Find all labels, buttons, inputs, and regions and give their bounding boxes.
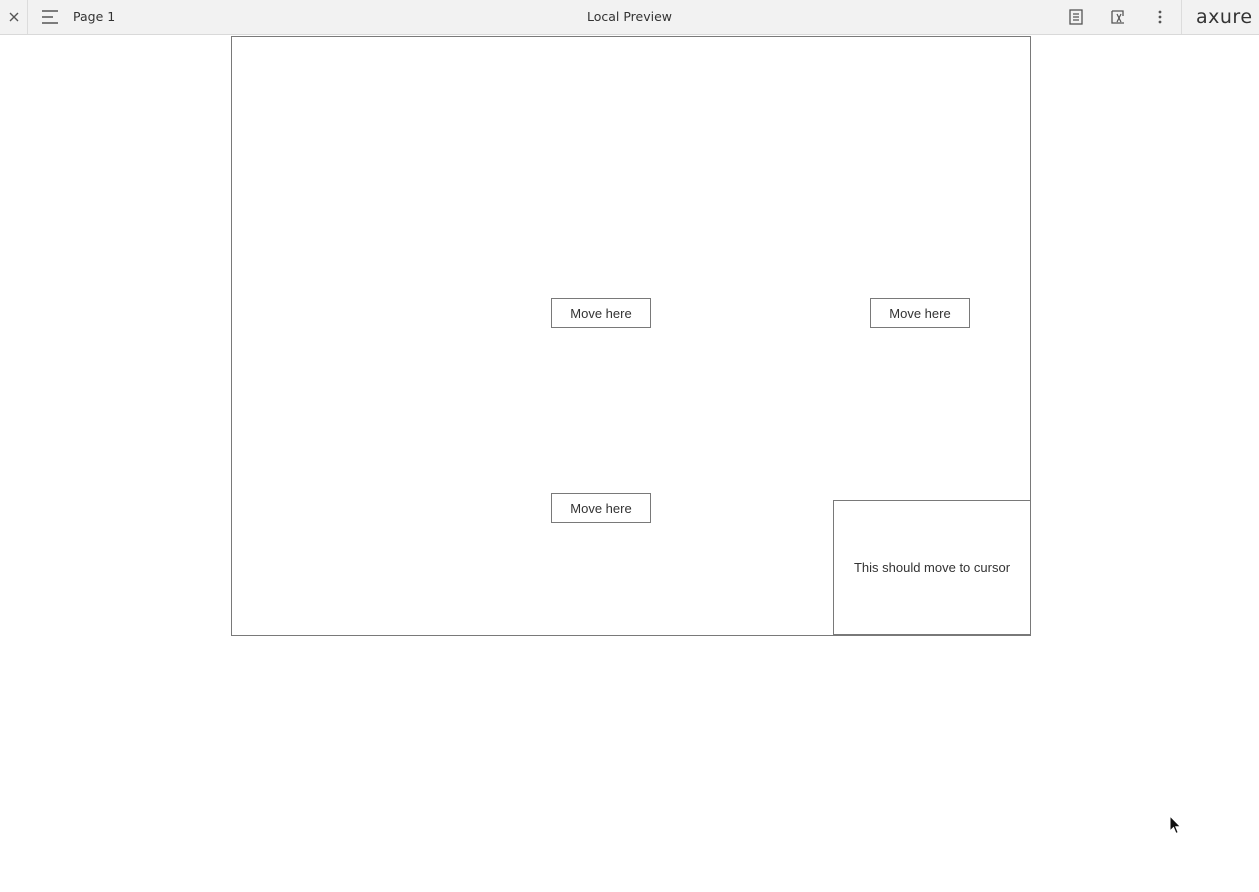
move-here-button-2[interactable]: Move here — [870, 298, 970, 328]
axure-logo[interactable]: axure — [1196, 0, 1253, 34]
more-vertical-icon — [1158, 10, 1162, 24]
notes-icon — [1069, 9, 1083, 25]
menu-button[interactable] — [40, 8, 60, 26]
mouse-cursor-icon — [1169, 815, 1182, 835]
current-page-name[interactable]: Page 1 — [73, 0, 115, 34]
notes-button[interactable] — [1067, 8, 1085, 26]
more-options-button[interactable] — [1151, 8, 1169, 26]
hamburger-menu-icon — [42, 10, 58, 24]
move-here-button-3[interactable]: Move here — [551, 493, 651, 523]
variables-button[interactable] — [1109, 8, 1127, 26]
variables-icon — [1111, 10, 1124, 24]
cursor-follower-box: This should move to cursor — [833, 500, 1031, 635]
move-here-button-1[interactable]: Move here — [551, 298, 651, 328]
prototype-canvas: Move here Move here Move here This shoul… — [231, 36, 1031, 636]
close-icon — [9, 12, 18, 22]
preview-toolbar: Page 1 Local Preview axure — [0, 0, 1259, 35]
toolbar-divider — [1181, 0, 1182, 34]
close-button[interactable] — [0, 0, 28, 34]
